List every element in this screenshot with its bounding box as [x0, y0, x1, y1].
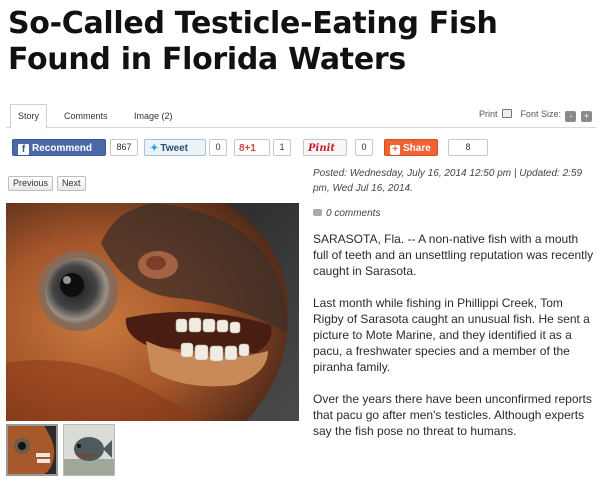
- article-paragraph-2: Last month while fishing in Phillippi Cr…: [313, 296, 590, 374]
- tweet-count: 0: [209, 139, 227, 156]
- thumbnail-2[interactable]: [63, 424, 115, 476]
- share-count: 8: [448, 139, 488, 156]
- article-headline: So-Called Testicle-Eating Fish Found in …: [8, 6, 498, 77]
- pin-it-button[interactable]: Pinit: [303, 139, 347, 156]
- share-button[interactable]: + Share: [384, 139, 438, 156]
- whole-fish-thumbnail-image: [64, 425, 114, 475]
- tweet-label: Tweet: [160, 143, 188, 154]
- font-increase-button[interactable]: +: [581, 111, 592, 122]
- font-decrease-button[interactable]: -: [565, 111, 577, 122]
- posted-date: Posted: Wednesday, July 16, 2014 12:50 p…: [313, 168, 583, 194]
- printer-icon: [502, 109, 512, 118]
- next-button[interactable]: Next: [57, 176, 86, 191]
- comments-count-link[interactable]: 0 comments: [313, 208, 380, 219]
- tweet-button[interactable]: ✦ Tweet: [144, 139, 206, 156]
- article-tabs: Story Comments Image (2) Print Font Size…: [6, 104, 596, 129]
- tab-comments[interactable]: Comments: [56, 104, 116, 128]
- facebook-label: Recommend: [32, 143, 93, 154]
- font-size-label: Font Size:: [520, 109, 561, 119]
- comments-count-label: 0 comments: [326, 208, 381, 219]
- tab-image[interactable]: Image (2): [126, 104, 181, 128]
- tab-story[interactable]: Story: [10, 104, 48, 129]
- pacu-fish-image: [6, 203, 299, 421]
- social-share-bar: f Recommend 867 ✦ Tweet 0 8+1 1 Pinit 0 + S…: [12, 137, 592, 159]
- article-paragraph-3: Over the years there have been unconfirm…: [313, 392, 592, 438]
- share-plus-icon: +: [390, 145, 400, 155]
- twitter-bird-icon: ✦: [150, 143, 159, 154]
- article-body: SARASOTA, Fla. -- A non-native fish with…: [313, 231, 595, 455]
- gplus-button[interactable]: 8+1: [234, 139, 270, 156]
- fish-head-thumbnail-image: [8, 426, 56, 474]
- thumbnail-1[interactable]: [6, 424, 58, 476]
- facebook-count: 867: [110, 139, 138, 156]
- previous-button[interactable]: Previous: [8, 176, 54, 191]
- facebook-recommend-button[interactable]: f Recommend: [12, 139, 106, 156]
- facebook-icon: f: [18, 144, 29, 155]
- article-paragraph-1: SARASOTA, Fla. -- A non-native fish with…: [313, 232, 594, 278]
- share-label: Share: [403, 143, 431, 154]
- comment-bubble-icon: [313, 209, 322, 216]
- print-button[interactable]: Print: [479, 109, 512, 119]
- main-fish-photo[interactable]: [6, 203, 299, 421]
- pin-count: 0: [355, 139, 373, 156]
- gplus-count: 1: [273, 139, 291, 156]
- print-label: Print: [478, 109, 498, 119]
- font-size-control: Font Size: - +: [520, 109, 592, 122]
